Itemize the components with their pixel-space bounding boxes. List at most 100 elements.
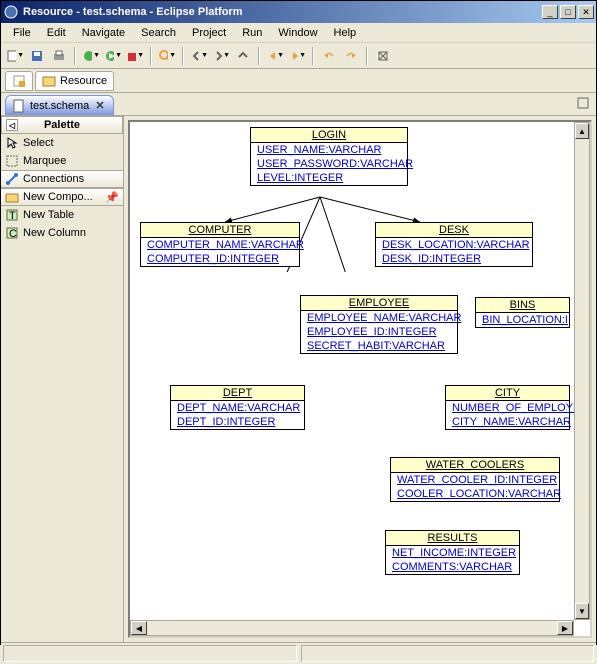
editor-tab-active[interactable]: test.schema ✕ [5, 95, 114, 115]
table-header: RESULTS [386, 531, 519, 546]
table-header: WATER_COOLERS [391, 458, 559, 473]
folder-icon [5, 190, 19, 204]
toolbar-separator [150, 47, 152, 65]
run-icon[interactable]: ▼ [103, 46, 123, 66]
save-icon[interactable] [27, 46, 47, 66]
nav-next-icon[interactable]: ▼ [211, 46, 231, 66]
menu-edit[interactable]: Edit [39, 25, 74, 41]
table-column[interactable]: BIN_LOCATION:I [476, 313, 569, 327]
table-column[interactable]: COMPUTER_NAME:VARCHAR [141, 238, 299, 252]
table-column[interactable]: EMPLOYEE_NAME:VARCHAR [301, 311, 457, 325]
vertical-scrollbar[interactable]: ▲ ▼ [574, 122, 590, 620]
menu-project[interactable]: Project [184, 25, 234, 41]
scroll-down-icon[interactable]: ▼ [575, 603, 589, 619]
table-column[interactable]: CITY_NAME:VARCHAR [446, 415, 569, 429]
redo-icon[interactable] [341, 46, 361, 66]
external-icon[interactable]: ▼ [125, 46, 145, 66]
palette-connections-tool[interactable]: Connections [1, 170, 123, 188]
pin-icon[interactable]: 📌 [105, 191, 119, 204]
menu-file[interactable]: File [5, 25, 39, 41]
table-column[interactable]: LEVEL:INTEGER [251, 171, 407, 185]
palette-marquee-tool[interactable]: Marquee [1, 152, 123, 170]
menu-search[interactable]: Search [133, 25, 184, 41]
table-employee[interactable]: EMPLOYEE EMPLOYEE_NAME:VARCHAR EMPLOYEE_… [300, 295, 458, 354]
app-icon [3, 4, 19, 20]
open-perspective-button[interactable] [5, 71, 33, 91]
palette-newtable-tool[interactable]: T New Table [1, 206, 123, 224]
palette-select-tool[interactable]: Select [1, 134, 123, 152]
table-bins[interactable]: BINS BIN_LOCATION:I [475, 297, 570, 328]
nav-prev-icon[interactable]: ▼ [189, 46, 209, 66]
table-city[interactable]: CITY NUMBER_OF_EMPLOYE CITY_NAME:VARCHAR [445, 385, 570, 430]
search-icon[interactable]: ▼ [157, 46, 177, 66]
table-column[interactable]: COMMENTS:VARCHAR [386, 560, 519, 574]
scroll-left-icon[interactable]: ◀ [131, 621, 147, 635]
back-icon[interactable]: ▼ [265, 46, 285, 66]
menu-navigate[interactable]: Navigate [74, 25, 133, 41]
menu-help[interactable]: Help [326, 25, 365, 41]
minimize-button[interactable]: _ [542, 5, 558, 19]
menu-bar: File Edit Navigate Search Project Run Wi… [1, 23, 596, 43]
editor-tab-label: test.schema [30, 100, 89, 112]
marquee-icon [5, 154, 19, 168]
table-column[interactable]: EMPLOYEE_ID:INTEGER [301, 325, 457, 339]
palette-newcompo-section[interactable]: New Compo... 📌 [1, 188, 123, 206]
table-column[interactable]: COOLER_LOCATION:VARCHAR [391, 487, 559, 501]
table-computer[interactable]: COMPUTER COMPUTER_NAME:VARCHAR COMPUTER_… [140, 222, 300, 267]
palette-label: New Table [23, 209, 74, 221]
close-button[interactable]: ✕ [578, 5, 594, 19]
table-column[interactable]: DESK_ID:INTEGER [376, 252, 532, 266]
table-column[interactable]: DESK_LOCATION:VARCHAR [376, 238, 532, 252]
table-column[interactable]: DEPT_ID:INTEGER [171, 415, 304, 429]
table-login[interactable]: LOGIN USER_NAME:VARCHAR USER_PASSWORD:VA… [250, 127, 408, 186]
forward-icon[interactable]: ▼ [287, 46, 307, 66]
debug-icon[interactable]: ▼ [81, 46, 101, 66]
close-tab-icon[interactable]: ✕ [95, 99, 104, 112]
palette-newcolumn-tool[interactable]: C New Column [1, 224, 123, 242]
table-column[interactable]: NUMBER_OF_EMPLOYE [446, 401, 569, 415]
scroll-up-icon[interactable]: ▲ [575, 123, 589, 139]
canvas-wrapper: LOGIN USER_NAME:VARCHAR USER_PASSWORD:VA… [124, 116, 596, 642]
maximize-button[interactable]: □ [560, 5, 576, 19]
table-column[interactable]: COMPUTER_ID:INTEGER [141, 252, 299, 266]
perspective-resource[interactable]: Resource [35, 71, 114, 91]
table-dept[interactable]: DEPT DEPT_NAME:VARCHAR DEPT_ID:INTEGER [170, 385, 305, 430]
table-icon: T [5, 208, 19, 222]
print-icon[interactable] [49, 46, 69, 66]
menu-window[interactable]: Window [270, 25, 325, 41]
table-column[interactable]: USER_NAME:VARCHAR [251, 143, 407, 157]
palette-label: Connections [23, 173, 84, 185]
table-column[interactable]: NET_INCOME:INTEGER [386, 546, 519, 560]
table-column[interactable]: DEPT_NAME:VARCHAR [171, 401, 304, 415]
scroll-right-icon[interactable]: ▶ [557, 621, 573, 635]
table-header: LOGIN [251, 128, 407, 143]
collapse-palette-icon[interactable]: ◁ [6, 119, 18, 131]
svg-text:C: C [9, 228, 17, 240]
undo-icon[interactable] [319, 46, 339, 66]
table-header: CITY [446, 386, 569, 401]
palette-label: New Column [23, 227, 86, 239]
schema-canvas[interactable]: LOGIN USER_NAME:VARCHAR USER_PASSWORD:VA… [128, 120, 592, 638]
table-column[interactable]: SECRET_HABIT:VARCHAR [301, 339, 457, 353]
table-desk[interactable]: DESK DESK_LOCATION:VARCHAR DESK_ID:INTEG… [375, 222, 533, 267]
table-column[interactable]: USER_PASSWORD:VARCHAR [251, 157, 407, 171]
cursor-icon [5, 136, 19, 150]
horizontal-scrollbar[interactable]: ◀ ▶ [130, 620, 574, 636]
table-header: DEPT [171, 386, 304, 401]
column-icon: C [5, 226, 19, 240]
nav-up-icon[interactable] [233, 46, 253, 66]
menu-run[interactable]: Run [234, 25, 270, 41]
status-cell [301, 645, 595, 662]
toolbar-separator [312, 47, 314, 65]
maximize-editor-icon[interactable] [576, 96, 590, 110]
table-results[interactable]: RESULTS NET_INCOME:INTEGER COMMENTS:VARC… [385, 530, 520, 575]
table-column[interactable]: WATER_COOLER_ID:INTEGER [391, 473, 559, 487]
table-watercoolers[interactable]: WATER_COOLERS WATER_COOLER_ID:INTEGER CO… [390, 457, 560, 502]
status-bar [1, 642, 596, 664]
new-icon[interactable]: ▼ [5, 46, 25, 66]
window-title: Resource - test.schema - Eclipse Platfor… [23, 6, 540, 18]
perspective-label: Resource [60, 75, 107, 87]
editor-tab-bar: test.schema ✕ [1, 93, 596, 115]
editor-content: ◁ Palette Select Marquee Connections New… [1, 115, 596, 642]
pin-icon[interactable] [373, 46, 393, 66]
